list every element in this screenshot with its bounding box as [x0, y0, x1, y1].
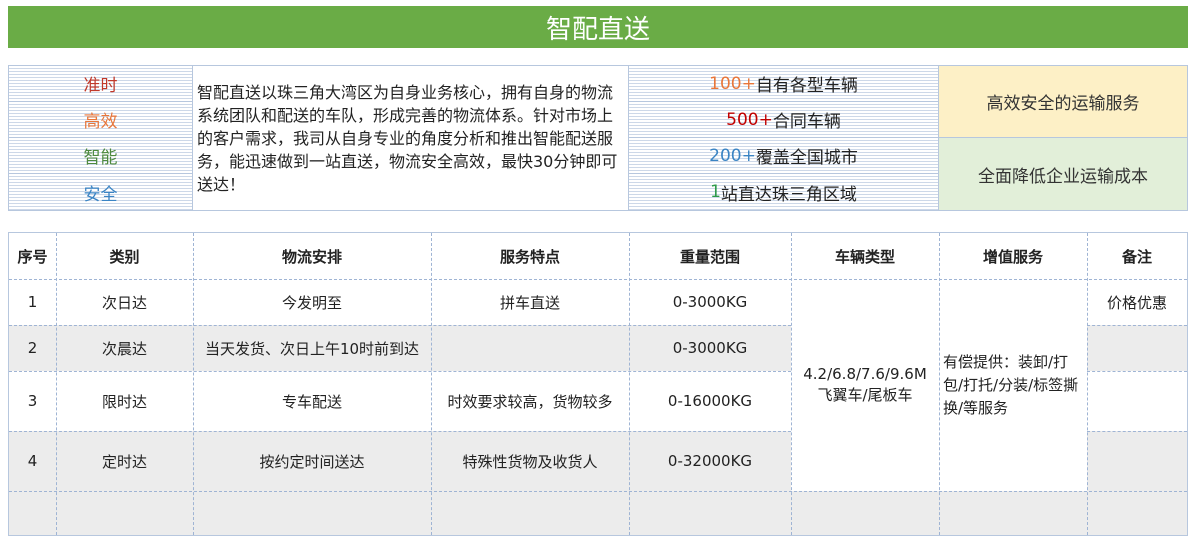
feature-cell: [431, 325, 629, 371]
info-block: 准时 高效 智能 安全 智配直送以珠三角大湾区为自身业务核心，拥有自身的物流系统…: [8, 65, 1188, 211]
weight-cell: 0-3000KG: [672, 339, 748, 357]
column-header: 类别: [109, 247, 140, 266]
tag-label: 安全: [83, 184, 118, 205]
table-row: [9, 491, 1187, 535]
feature-text: 覆盖全国城市: [755, 148, 858, 168]
note-cell: [1087, 371, 1187, 431]
column-header: 增值服务: [982, 247, 1043, 266]
row-number: 2: [27, 339, 38, 357]
tag-label: 智能: [83, 148, 118, 168]
service-table: 序号 类别 物流安排 服务特点 重量范围 车辆类型 增值服务 备注 1 次日达 …: [8, 232, 1188, 536]
description-cell: 智配直送以珠三角大湾区为自身业务核心，拥有自身的物流系统团队和配送的车队，形成完…: [193, 66, 629, 210]
value-added-cell: 有偿提供：装卸/打包/打托/分装/标签撕换/等服务: [939, 279, 1087, 491]
column-header: 重量范围: [679, 247, 740, 266]
feature-cell: 拼车直送: [499, 293, 560, 312]
row-number: 3: [27, 392, 38, 410]
advantage-cell: 高效安全的运输服务: [939, 66, 1187, 138]
value-added-text: 有偿提供：装卸/打包/打托/分装/标签撕换/等服务: [943, 352, 1079, 417]
arrangement-cell: 专车配送: [281, 392, 342, 411]
arrangement-cell: 按约定时间送达: [259, 452, 365, 471]
column-header: 车辆类型: [834, 247, 895, 266]
feature-plus: +: [741, 73, 756, 94]
category-cell: 定时达: [101, 452, 147, 471]
feature-number: 1: [710, 182, 721, 202]
tag-cell: 高效: [9, 102, 193, 138]
arrangement-cell: 当天发货、次日上午10时前到达: [204, 339, 420, 358]
category-cell: 次日达: [101, 293, 147, 312]
feature-plus: +: [741, 145, 756, 166]
weight-cell: 0-3000KG: [672, 293, 748, 311]
page-title: 智配直送: [545, 14, 650, 45]
note-cell: [1087, 431, 1187, 491]
column-header: 服务特点: [499, 247, 560, 266]
note-cell: [1087, 325, 1187, 371]
page-title-banner: 智配直送: [8, 6, 1188, 48]
tag-label: 准时: [83, 76, 118, 96]
feature-text: 站直达珠三角区域: [720, 184, 857, 205]
arrangement-cell: 今发明至: [281, 293, 342, 312]
weight-cell: 0-32000KG: [667, 452, 753, 470]
advantage-text: 高效安全的运输服务: [986, 94, 1140, 114]
tag-cell: 安全: [9, 174, 193, 210]
description-text: 智配直送以珠三角大湾区为自身业务核心，拥有自身的物流系统团队和配送的车队，形成完…: [197, 82, 618, 194]
column-header: 备注: [1121, 247, 1152, 266]
category-cell: 限时达: [101, 392, 147, 411]
row-number: 1: [27, 293, 38, 311]
tag-cell: 智能: [9, 138, 193, 174]
feature-cell: 时效要求较高，货物较多: [447, 392, 613, 411]
column-header: 序号: [17, 247, 48, 266]
feature-cell: 100 + 自有各型车辆: [629, 66, 939, 102]
feature-text: 自有各型车辆: [755, 76, 858, 96]
weight-cell: 0-16000KG: [667, 392, 753, 410]
feature-cell: 200 + 覆盖全国城市: [629, 138, 939, 174]
feature-cell: 特殊性货物及收货人: [462, 452, 598, 471]
feature-cell: 500 + 合同车辆: [629, 102, 939, 138]
feature-number: 200: [709, 145, 742, 166]
advantage-cell: 全面降低企业运输成本: [939, 138, 1187, 210]
vehicle-type-cell: 4.2/6.8/7.6/9.6M飞翼车/尾板车: [791, 279, 939, 491]
row-number: 4: [27, 452, 38, 470]
feature-plus: +: [758, 109, 773, 130]
column-header: 物流安排: [281, 247, 342, 266]
category-cell: 次晨达: [101, 339, 147, 358]
advantage-text: 全面降低企业运输成本: [978, 166, 1148, 187]
note-cell: 价格优惠: [1106, 293, 1167, 312]
feature-number: 100: [709, 73, 742, 94]
feature-text: 合同车辆: [772, 112, 841, 132]
tag-cell: 准时: [9, 66, 193, 102]
vehicle-type-text: 4.2/6.8/7.6/9.6M飞翼车/尾板车: [803, 365, 927, 404]
tag-label: 高效: [83, 112, 118, 132]
feature-cell: 1 站直达珠三角区域: [629, 174, 939, 210]
feature-number: 500: [726, 109, 759, 130]
